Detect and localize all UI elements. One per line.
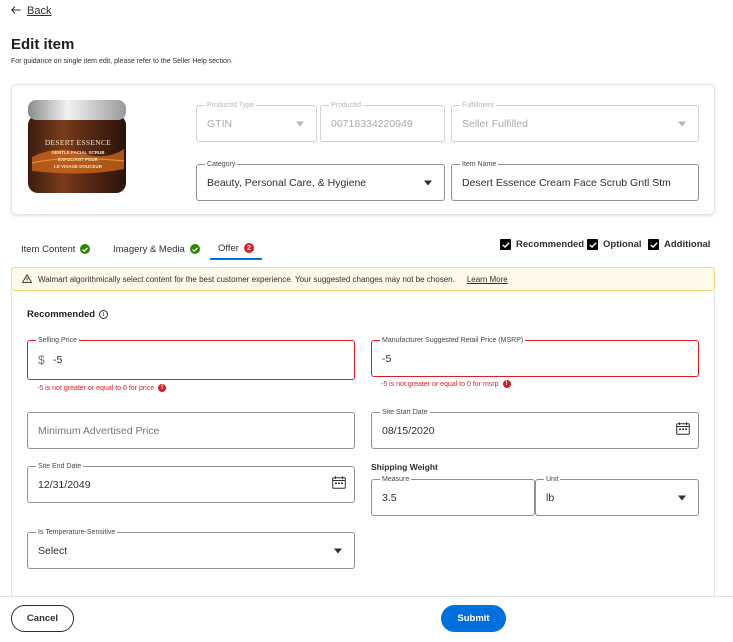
- footer-bar: [0, 596, 733, 642]
- site-end-date-value: 12/31/2049: [38, 478, 91, 491]
- chevron-down-icon: [424, 180, 432, 185]
- shipping-measure-value: 3.5: [382, 491, 397, 504]
- site-end-date-field[interactable]: Site End Date 12/31/2049: [27, 462, 355, 503]
- product-card: DESERT ESSENCE GENTLE FACIAL SCRUB EXFOL…: [11, 84, 715, 215]
- category-select[interactable]: Category Beauty, Personal Care, & Hygien…: [196, 160, 445, 201]
- temperature-sensitive-value: Select: [38, 544, 68, 557]
- category-value: Beauty, Personal Care, & Hygiene: [207, 176, 367, 189]
- filter-recommended[interactable]: Recommended: [500, 239, 584, 250]
- site-start-date-field[interactable]: Site Start Date 08/15/2020: [371, 408, 699, 449]
- currency-symbol: $: [38, 353, 45, 367]
- learn-more-link[interactable]: Learn More: [467, 275, 508, 284]
- check-circle-icon: [189, 244, 200, 254]
- back-label: Back: [27, 5, 52, 17]
- info-icon[interactable]: i: [99, 310, 109, 319]
- error-icon: !: [158, 384, 167, 392]
- checkbox-checked-icon: [500, 239, 511, 250]
- filter-additional[interactable]: Additional: [648, 239, 710, 250]
- tab-item-content[interactable]: Item Content: [21, 238, 91, 260]
- chevron-down-icon: [296, 121, 304, 126]
- tab-imagery-media[interactable]: Imagery & Media: [113, 238, 200, 260]
- msrp-field[interactable]: Manufacturer Suggested Retail Price (MSR…: [371, 336, 699, 377]
- checkbox-checked-icon: [648, 239, 659, 250]
- chevron-down-icon: [678, 121, 686, 126]
- fulfillment-select: Fulfillment Seller Fulfilled: [451, 101, 699, 142]
- submit-button[interactable]: Submit: [441, 605, 506, 632]
- arrow-left-icon: [11, 5, 21, 17]
- fulfillment-value: Seller Fulfilled: [462, 117, 528, 130]
- error-icon: !: [502, 380, 511, 388]
- shipping-unit-select[interactable]: Unit lb: [535, 475, 699, 516]
- selling-price-field[interactable]: Selling Price $ -5: [27, 336, 355, 380]
- product-image: DESERT ESSENCE GENTLE FACIAL SCRUB EXFOL…: [26, 97, 128, 197]
- productid-value: 00718334220949: [331, 117, 413, 130]
- productid-field: ProductId 00718334220949: [320, 101, 445, 142]
- chevron-down-icon: [678, 495, 686, 500]
- calendar-icon[interactable]: [332, 475, 346, 494]
- filter-optional[interactable]: Optional: [587, 239, 642, 250]
- chevron-down-icon: [334, 548, 342, 553]
- check-circle-icon: [80, 244, 91, 254]
- cancel-button[interactable]: Cancel: [11, 605, 74, 632]
- msrp-value: -5: [382, 352, 392, 365]
- shipping-weight-title: Shipping Weight: [371, 462, 438, 472]
- error-count-badge: 2: [243, 243, 254, 253]
- msrp-error: -5 is not greater or equal to 0 for msrp…: [381, 380, 511, 388]
- item-name-field[interactable]: Item Name Desert Essence Cream Face Scru…: [451, 160, 699, 201]
- productid-type-select: ProductId Type GTIN: [196, 101, 317, 142]
- shipping-measure-field[interactable]: Measure 3.5: [371, 475, 535, 516]
- section-title: Recommended i: [27, 309, 109, 320]
- map-placeholder: Minimum Advertised Price: [38, 424, 160, 437]
- jar-line-2: EXFOLIANT POUR: [58, 157, 98, 162]
- minimum-advertised-price-field[interactable]: Minimum Advertised Price: [27, 412, 355, 449]
- warning-icon: [21, 273, 33, 285]
- tab-offer[interactable]: Offer 2: [210, 238, 262, 260]
- selling-price-value: -5: [53, 354, 63, 366]
- productid-type-value: GTIN: [207, 117, 233, 130]
- temperature-sensitive-select[interactable]: Is Temperature-Sensitive Select: [27, 528, 355, 569]
- shipping-unit-value: lb: [546, 491, 555, 504]
- back-link[interactable]: Back: [11, 5, 51, 17]
- calendar-icon[interactable]: [676, 421, 690, 440]
- jar-line-3: LE VISAGE DOUCEUR: [53, 164, 102, 169]
- site-start-date-value: 08/15/2020: [382, 424, 435, 437]
- selling-price-error: -5 is not greater or equal to 0 for pric…: [37, 384, 167, 392]
- checkbox-checked-icon: [587, 239, 598, 250]
- item-name-value: Desert Essence Cream Face Scrub Gntl Stm: [462, 176, 671, 189]
- info-alert: Walmart algorithmically select content f…: [11, 267, 715, 291]
- page-title: Edit item: [11, 36, 75, 53]
- jar-brand: DESERT ESSENCE: [44, 138, 112, 147]
- jar-line-1: GENTLE FACIAL SCRUB: [51, 150, 105, 155]
- alert-message: Walmart algorithmically select content f…: [38, 274, 455, 284]
- guidance-text: For guidance on single item edit, please…: [11, 58, 233, 65]
